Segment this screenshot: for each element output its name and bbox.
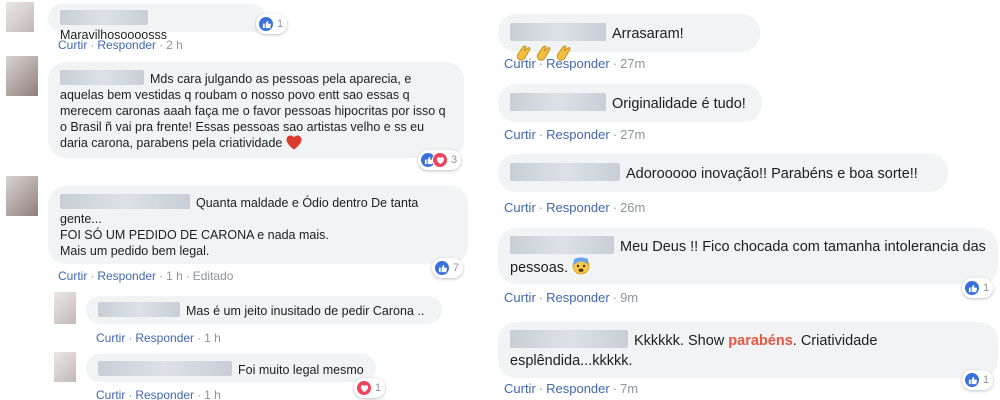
reply-link[interactable]: Responder	[546, 56, 610, 71]
comment-actions: Curtir · Responder · 27m	[504, 56, 646, 71]
reaction-count: 3	[451, 154, 458, 166]
comment-actions: Curtir · Responder · 27m	[504, 127, 646, 142]
comment-actions: Curtir · Responder · 26m	[504, 200, 646, 215]
comment-bubble: Arrasaram!	[498, 14, 760, 61]
reply-link[interactable]: Responder	[135, 388, 194, 400]
commenter-name[interactable]	[510, 93, 606, 111]
timestamp[interactable]: 2 h	[166, 38, 183, 52]
reply-bubble: Foi muito legal mesmo	[86, 354, 376, 382]
comment-text: Arrasaram!	[612, 26, 684, 42]
avatar[interactable]	[6, 56, 38, 96]
comment-actions: Curtir · Responder · 2 h	[58, 38, 183, 52]
reply-link[interactable]: Responder	[97, 38, 156, 52]
like-link[interactable]: Curtir	[504, 200, 536, 215]
reaction-summary[interactable]: 7	[432, 258, 464, 278]
commenter-name[interactable]	[60, 10, 148, 25]
comment-actions: Curtir · Responder · 7m	[504, 381, 639, 396]
like-link[interactable]: Curtir	[504, 127, 536, 142]
reaction-count: 1	[277, 18, 284, 30]
comment-bubble: Adorooooo inovação!! Parabéns e boa sort…	[498, 154, 948, 192]
like-link[interactable]: Curtir	[58, 38, 87, 52]
love-reaction-icon	[432, 152, 448, 168]
reply-link[interactable]: Responder	[546, 200, 610, 215]
commenter-name[interactable]	[60, 70, 144, 85]
comment-text-line: Mais um pedido bem legal.	[60, 244, 210, 258]
comment-actions: Curtir · Responder · 1 h	[96, 331, 221, 345]
commenter-name[interactable]	[510, 23, 606, 41]
comment-bubble: Maravilhosoooosss	[48, 4, 266, 42]
reply-link[interactable]: Responder	[546, 127, 610, 142]
left-comment-panel: Maravilhosoooosss 1 Curtir · Responder · 2 h…	[0, 0, 480, 400]
commenter-name[interactable]	[510, 163, 620, 181]
like-link[interactable]: Curtir	[504, 381, 536, 396]
like-link[interactable]: Curtir	[58, 269, 87, 283]
reaction-summary[interactable]: 1	[256, 14, 288, 34]
comment-text: Mas é um jeito inusitado de pedir Carona…	[186, 304, 425, 318]
like-reaction-icon	[964, 372, 980, 388]
avatar[interactable]	[6, 176, 38, 216]
timestamp[interactable]: 26m	[620, 200, 645, 215]
timestamp[interactable]: 7m	[620, 381, 638, 396]
comment-actions: Curtir · Responder · 1 h · Editado	[58, 269, 234, 283]
reaction-count: 1	[983, 374, 990, 386]
commenter-name[interactable]	[98, 361, 232, 376]
commenter-name[interactable]	[510, 236, 614, 254]
timestamp[interactable]: 1 h	[204, 388, 221, 400]
comment-text: Originalidade é tudo!	[612, 96, 746, 112]
avatar[interactable]	[54, 352, 76, 382]
comment-actions: Curtir · Responder · 9m	[504, 290, 639, 305]
comment-actions: Curtir · Responder · 1 h	[96, 388, 221, 400]
reply-link[interactable]: Responder	[546, 381, 610, 396]
comment-text-before: Kkkkkk. Show	[634, 333, 725, 349]
emphasized-text: parabéns	[728, 333, 793, 349]
reaction-summary[interactable]: 1	[354, 378, 386, 398]
like-reaction-icon	[258, 16, 274, 32]
reaction-summary[interactable]: 3	[418, 150, 462, 170]
reaction-summary[interactable]: 1	[962, 370, 994, 390]
timestamp[interactable]: 27m	[620, 127, 645, 142]
reply-link[interactable]: Responder	[135, 331, 194, 345]
like-link[interactable]: Curtir	[96, 388, 125, 400]
reaction-count: 7	[453, 262, 460, 274]
red-heart-emoji	[286, 135, 302, 150]
like-link[interactable]: Curtir	[504, 290, 536, 305]
like-link[interactable]: Curtir	[96, 331, 125, 345]
right-comment-panel: Arrasaram! Curtir · Responder · 27m Original…	[492, 0, 1000, 400]
commenter-name[interactable]	[60, 194, 190, 209]
comment-bubble: Kkkkkk. Show parabéns. Criatividade espl…	[498, 322, 998, 378]
timestamp[interactable]: 27m	[620, 56, 645, 71]
comment-bubble: Quanta maldade e Ódio dentro De tanta ge…	[48, 186, 468, 264]
reaction-summary[interactable]: 1	[962, 278, 994, 298]
comment-bubble: Originalidade é tudo!	[498, 84, 762, 122]
reply-link[interactable]: Responder	[97, 269, 156, 283]
love-reaction-icon	[356, 380, 372, 396]
timestamp[interactable]: 1 h	[166, 269, 183, 283]
comment-bubble: Mds cara julgando as pessoas pela aparec…	[48, 62, 464, 158]
like-reaction-icon	[964, 280, 980, 296]
avatar[interactable]	[54, 292, 76, 324]
edited-label[interactable]: Editado	[193, 269, 234, 283]
reply-bubble: Mas é um jeito inusitado de pedir Carona…	[86, 296, 442, 324]
reply-link[interactable]: Responder	[546, 290, 610, 305]
reaction-count: 1	[375, 382, 382, 394]
comment-text: Adorooooo inovação!! Parabéns e boa sort…	[626, 166, 918, 182]
commenter-name[interactable]	[510, 330, 628, 348]
comment-bubble: Meu Deus !! Fico chocada com tamanha int…	[498, 228, 998, 284]
commenter-name[interactable]	[98, 302, 180, 317]
panel-divider	[484, 0, 488, 400]
comment-text: Foi muito legal mesmo	[238, 363, 364, 377]
reaction-count: 1	[983, 282, 990, 294]
timestamp[interactable]: 9m	[620, 290, 638, 305]
comment-text-line: FOI SÓ UM PEDIDO DE CARONA e nada mais.	[60, 228, 329, 242]
timestamp[interactable]: 1 h	[204, 331, 221, 345]
avatar[interactable]	[6, 2, 34, 32]
anxious-face-emoji	[572, 257, 590, 275]
like-link[interactable]: Curtir	[504, 56, 536, 71]
like-reaction-icon	[434, 260, 450, 276]
